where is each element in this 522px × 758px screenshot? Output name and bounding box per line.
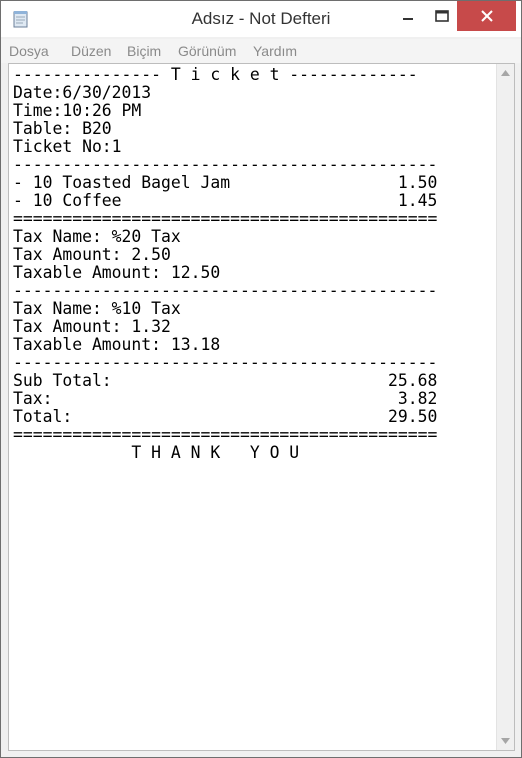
text-line: Table: B20 bbox=[13, 119, 112, 138]
text-editor[interactable]: --------------- T i c k e t ------------… bbox=[13, 66, 493, 746]
text-line: ========================================… bbox=[13, 425, 438, 444]
scroll-down-icon[interactable] bbox=[501, 738, 510, 744]
menu-duzen[interactable]: Düzen bbox=[71, 43, 111, 59]
text-line: - 10 Toasted Bagel Jam 1.50 bbox=[13, 173, 438, 192]
scroll-up-icon[interactable] bbox=[501, 70, 510, 76]
minimize-icon bbox=[403, 18, 413, 20]
vertical-scrollbar[interactable] bbox=[496, 64, 514, 750]
text-line: Ticket No:1 bbox=[13, 137, 122, 156]
menu-yardim[interactable]: Yardım bbox=[253, 43, 297, 59]
minimize-button[interactable] bbox=[389, 1, 427, 31]
text-line: Taxable Amount: 13.18 bbox=[13, 335, 221, 354]
text-line: Tax Amount: 1.32 bbox=[13, 317, 171, 336]
text-line: Tax Amount: 2.50 bbox=[13, 245, 171, 264]
text-line: Tax Name: %20 Tax bbox=[13, 227, 181, 246]
menu-gorunum[interactable]: Görünüm bbox=[178, 43, 236, 59]
text-line: ========================================… bbox=[13, 209, 438, 228]
text-line: --------------- T i c k e t ------------… bbox=[13, 66, 418, 84]
text-line: ----------------------------------------… bbox=[13, 353, 438, 372]
text-line: Taxable Amount: 12.50 bbox=[13, 263, 221, 282]
maximize-icon bbox=[435, 10, 449, 22]
editor-frame: --------------- T i c k e t ------------… bbox=[8, 63, 515, 751]
text-line: Date:6/30/2013 bbox=[13, 83, 152, 102]
title-bar[interactable]: Adsız - Not Defteri bbox=[1, 1, 521, 37]
menu-bar: Dosya Düzen Biçim Görünüm Yardım bbox=[1, 39, 521, 63]
text-line: Total: 29.50 bbox=[13, 407, 438, 426]
text-line: - 10 Coffee 1.45 bbox=[13, 191, 438, 210]
menu-bicim[interactable]: Biçim bbox=[127, 43, 161, 59]
close-button[interactable] bbox=[457, 1, 516, 31]
text-line: Sub Total: 25.68 bbox=[13, 371, 438, 390]
menu-dosya[interactable]: Dosya bbox=[9, 43, 49, 59]
text-line: Tax Name: %10 Tax bbox=[13, 299, 181, 318]
text-line: ----------------------------------------… bbox=[13, 155, 438, 174]
text-line: T H A N K Y O U bbox=[13, 443, 300, 462]
text-line: Tax: 3.82 bbox=[13, 389, 438, 408]
notepad-window: Adsız - Not Defteri Dosya Düzen Biçim Gö… bbox=[0, 0, 522, 758]
text-line: Time:10:26 PM bbox=[13, 101, 142, 120]
maximize-button[interactable] bbox=[427, 1, 457, 31]
close-icon bbox=[480, 10, 493, 22]
text-line: ----------------------------------------… bbox=[13, 281, 438, 300]
